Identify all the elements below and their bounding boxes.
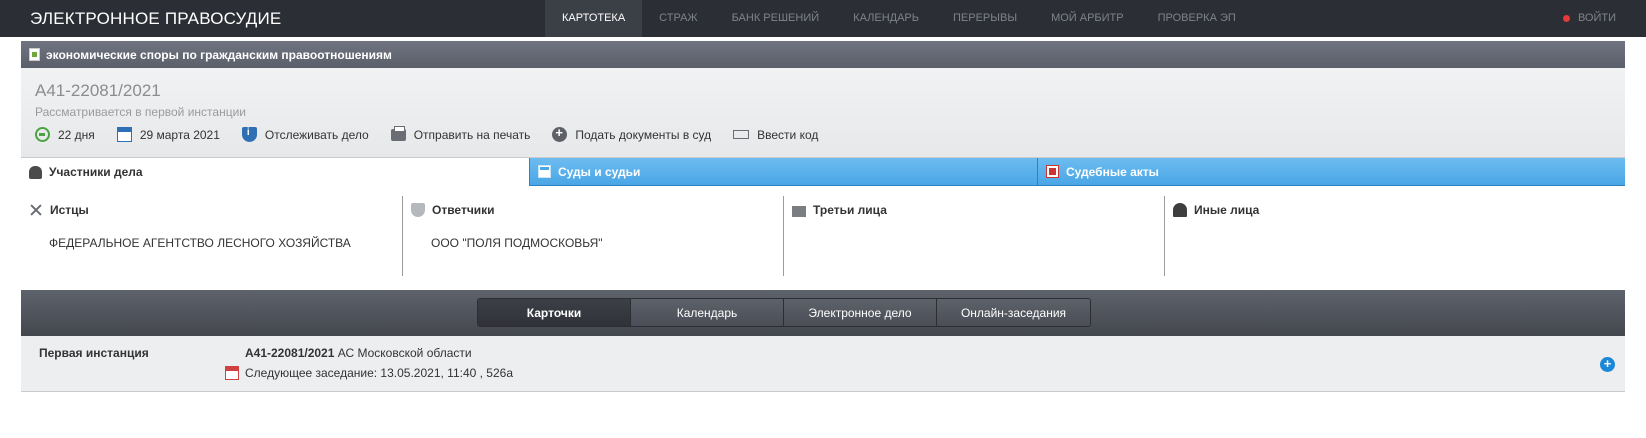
subtab-calendar[interactable]: Календарь — [631, 299, 784, 326]
other-parties-column: Иные лица — [1164, 196, 1545, 276]
case-number: А41-22081/2021 — [35, 81, 161, 100]
court-icon — [538, 165, 551, 178]
nav-item-moy-arbitr[interactable]: МОЙ АРБИТР — [1034, 0, 1141, 37]
submit-documents-label: Подать документы в суд — [575, 127, 712, 142]
subtab-online-hearings[interactable]: Онлайн-заседания — [937, 299, 1090, 326]
user-icon — [1173, 203, 1187, 217]
expand-plus-icon[interactable]: + — [1600, 357, 1615, 372]
tab-participants-label: Участники дела — [49, 165, 143, 179]
clock-back-icon — [35, 127, 50, 142]
plaintiffs-header: Истцы — [29, 203, 89, 217]
track-case-button[interactable]: Отслеживать дело — [241, 127, 369, 142]
shield-icon — [411, 203, 425, 217]
track-case-label: Отслеживать дело — [264, 127, 369, 142]
printer-icon — [390, 125, 406, 141]
plaintiffs-label: Истцы — [50, 203, 89, 217]
category-bar: экономические споры по гражданским право… — [21, 41, 1625, 68]
plaintiff-name[interactable]: ФЕДЕРАЛЬНОЕ АГЕНТСТВО ЛЕСНОГО ХОЗЯЙСТВА — [49, 236, 351, 250]
defendants-label: Ответчики — [432, 203, 495, 217]
defendants-header: Ответчики — [411, 203, 495, 217]
case-tabs: Участники дела Суды и судьи Судебные акт… — [21, 158, 1625, 186]
instance-case: А41-22081/2021 АС Московской области — [245, 346, 472, 360]
print-label: Отправить на печать — [413, 127, 531, 142]
nav-item-strazh[interactable]: СТРАЖ — [642, 0, 714, 37]
main-nav: КАРТОТЕКА СТРАЖ БАНК РЕШЕНИЙ КАЛЕНДАРЬ П… — [545, 0, 1253, 37]
next-hearing: Следующее заседание: 13.05.2021, 11:40 ,… — [225, 366, 513, 380]
third-parties-header: Третьи лица — [792, 203, 887, 217]
document-icon — [29, 48, 40, 61]
filing-date: 29 марта 2021 — [116, 127, 220, 142]
login-label: ВОЙТИ — [1577, 12, 1616, 24]
defendant-name[interactable]: ООО "ПОЛЯ ПОДМОСКОВЬЯ" — [431, 236, 603, 250]
third-parties-label: Третьи лица — [813, 203, 887, 217]
third-parties-column: Третьи лица — [783, 196, 1164, 276]
instance-toolbar: Карточки Календарь Электронное дело Онла… — [21, 290, 1625, 336]
app-title[interactable]: ЭЛЕКТРОННОЕ ПРАВОСУДИЕ — [30, 9, 281, 29]
instance-tabs: Карточки Календарь Электронное дело Онла… — [477, 298, 1091, 327]
days-label: 22 дня — [58, 127, 95, 142]
case-status: Рассматривается в первой инстанции — [35, 105, 246, 119]
print-button[interactable]: Отправить на печать — [390, 125, 531, 142]
other-parties-label: Иные лица — [1194, 203, 1260, 217]
tab-acts-label: Судебные акты — [1066, 164, 1159, 179]
login-link[interactable]: ВОЙТИ — [1562, 0, 1616, 37]
tab-participants[interactable]: Участники дела — [21, 158, 529, 186]
top-bar: ЭЛЕКТРОННОЕ ПРАВОСУДИЕ КАРТОТЕКА СТРАЖ Б… — [0, 0, 1646, 37]
plaintiffs-column: Истцы ФЕДЕРАЛЬНОЕ АГЕНТСТВО ЛЕСНОГО ХОЗЯ… — [21, 196, 402, 276]
calendar-red-icon — [225, 366, 239, 380]
status-dot-icon — [1562, 15, 1570, 22]
category-label: экономические споры по гражданским право… — [46, 47, 392, 62]
tab-courts-label: Суды и судьи — [558, 164, 641, 179]
case-actions: 22 дня 29 марта 2021 Отслеживать дело От… — [35, 125, 840, 142]
filing-date-label: 29 марта 2021 — [139, 127, 220, 142]
subtab-cards[interactable]: Карточки — [478, 299, 631, 326]
submit-documents-button[interactable]: Подать документы в суд — [552, 125, 712, 142]
next-hearing-label: Следующее заседание: 13.05.2021, 11:40 ,… — [245, 366, 513, 380]
tab-acts[interactable]: Судебные акты — [1037, 158, 1625, 186]
enter-code-label: Ввести код — [757, 127, 819, 142]
enter-code-button[interactable]: Ввести код — [733, 128, 818, 142]
pdf-icon — [1046, 165, 1059, 178]
case-header: А41-22081/2021 Рассматривается в первой … — [21, 68, 1625, 158]
defendants-column: Ответчики ООО "ПОЛЯ ПОДМОСКОВЬЯ" — [402, 196, 783, 276]
instance-case-number[interactable]: А41-22081/2021 — [245, 346, 334, 360]
shield-info-icon — [241, 127, 257, 142]
subtab-electronic-case[interactable]: Электронное дело — [784, 299, 937, 326]
calendar-icon — [116, 127, 132, 142]
participants-panel: Истцы ФЕДЕРАЛЬНОЕ АГЕНТСТВО ЛЕСНОГО ХОЗЯ… — [21, 196, 1625, 276]
nav-item-bank-resheniy[interactable]: БАНК РЕШЕНИЙ — [715, 0, 837, 37]
plus-circle-icon — [552, 125, 568, 142]
nav-item-pereryvy[interactable]: ПЕРЕРЫВЫ — [936, 0, 1034, 37]
nav-item-proverka-ep[interactable]: ПРОВЕРКА ЭП — [1141, 0, 1253, 37]
nav-item-kalendar[interactable]: КАЛЕНДАРЬ — [836, 0, 936, 37]
nav-item-kartoteka[interactable]: КАРТОТЕКА — [545, 0, 643, 37]
tab-courts[interactable]: Суды и судьи — [529, 158, 1037, 186]
days-counter: 22 дня — [35, 127, 95, 142]
swords-icon — [29, 203, 43, 217]
building-icon — [792, 205, 806, 217]
instance-row: Первая инстанция А41-22081/2021 АС Моско… — [21, 336, 1625, 392]
person-icon — [29, 165, 42, 179]
instance-label: Первая инстанция — [39, 346, 149, 360]
keyboard-icon — [733, 130, 750, 139]
other-parties-header: Иные лица — [1173, 203, 1259, 217]
instance-court: АС Московской области — [334, 346, 472, 360]
